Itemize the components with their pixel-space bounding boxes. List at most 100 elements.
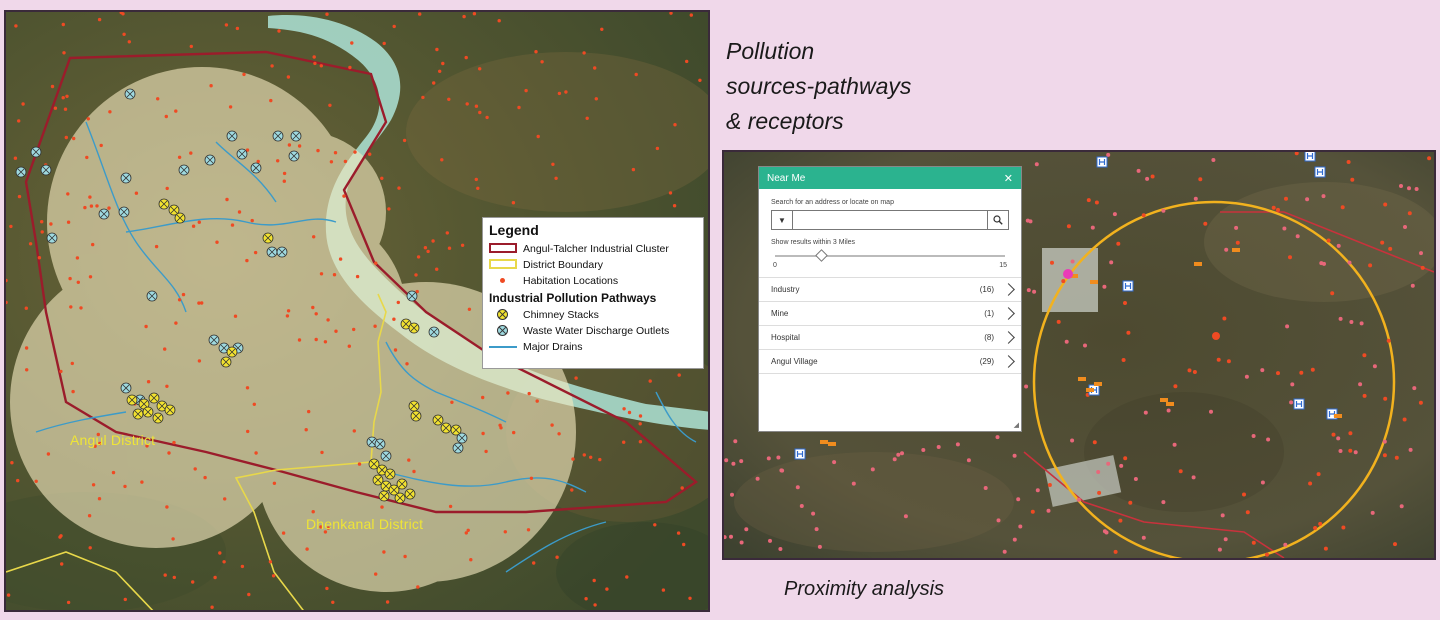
village-point [1407,211,1412,216]
chimney-stack-marker [164,404,176,416]
village-point [1203,221,1208,226]
village-point [1418,400,1423,405]
waste-water-outlet-marker [120,172,132,184]
habitation-point [87,514,92,518]
chimney-stack-marker [126,394,138,406]
result-item-industry[interactable]: Industry (16) [759,278,1021,302]
slider-min-label: 0 [773,262,777,269]
legend-item-label: District Boundary [523,259,603,271]
close-icon[interactable]: ✕ [1004,172,1013,185]
habitation-point [66,192,70,196]
village-point [1331,432,1336,437]
village-point [1235,240,1240,245]
village-point [1012,537,1017,542]
village-point [1066,224,1071,229]
habitation-point [213,575,217,580]
village-point [1047,483,1052,487]
village-point [1368,263,1373,268]
habitation-point [593,66,597,70]
search-input[interactable] [793,211,987,229]
habitation-point [638,414,643,418]
habitation-point [431,239,435,243]
village-point [1030,509,1035,514]
habitation-point [68,276,72,281]
habitation-point [40,220,44,224]
habitation-point [392,317,396,321]
result-count: (16) [979,285,994,294]
waste-water-outlet-marker [15,166,27,178]
habitation-point [50,84,55,89]
village-point [1143,410,1148,415]
habitation-point [88,546,92,550]
waste-water-outlet-marker [146,290,158,302]
village-point [778,547,783,551]
habitation-point [269,98,273,103]
result-item-angul-village[interactable]: Angul Village (29) [759,350,1021,374]
village-point [1323,546,1328,551]
habitation-point [532,561,536,565]
pollution-pathways-map[interactable]: Angul District Dhenkanal District Legend… [4,10,710,612]
result-count: (1) [984,309,994,318]
angul-district-label: Angul District [70,432,156,448]
habitation-point [49,222,53,226]
village-point [1121,358,1126,362]
habitation-point [481,431,485,436]
search-box: ▼ [771,210,1009,230]
habitation-point [460,243,465,247]
habitation-point [350,41,354,45]
habitation-point [374,572,378,576]
habitation-point [333,151,338,155]
village-point [1118,518,1123,523]
range-label: Show results within 3 Miles [771,239,856,246]
habitation-point [250,218,254,223]
habitation-point [311,510,315,514]
habitation-point [368,152,372,156]
village-point [1024,384,1029,389]
result-item-hospital[interactable]: Hospital (8) [759,326,1021,350]
search-button[interactable] [987,211,1008,229]
proximity-analysis-map[interactable]: Near Me ✕ Search for an address or locat… [722,150,1436,560]
village-point [1295,234,1300,239]
habitation-point [673,123,677,127]
habitation-point [70,361,75,366]
village-point [903,514,908,519]
result-item-mine[interactable]: Mine (1) [759,302,1021,326]
habitation-point [17,119,21,123]
village-point [1094,200,1099,205]
village-point [1362,393,1367,398]
village-point [1090,225,1095,230]
habitation-point [95,204,99,208]
legend-item-label: Waste Water Discharge Outlets [523,325,670,337]
habitation-point [247,592,251,597]
habitation-point [123,484,127,489]
habitation-point [352,327,356,332]
village-point [900,451,904,456]
habitation-point [469,558,473,562]
distance-slider[interactable] [775,249,1005,262]
village-point [1150,174,1155,179]
habitation-point [524,88,528,93]
slider-handle[interactable] [815,249,828,262]
village-point [832,460,837,465]
near-me-title: Near Me [767,172,806,184]
village-point [1282,226,1287,231]
habitation-point [498,423,502,427]
legend-item-habitation: Habitation Locations [489,273,697,289]
resize-handle-icon[interactable]: ◢ [1014,421,1019,429]
search-dropdown-button[interactable]: ▼ [772,211,793,229]
habitation-point [685,59,689,64]
habitation-point [589,455,593,459]
waste-water-outlet-marker [452,442,464,454]
village-point [1034,162,1039,167]
village-point [1359,321,1364,326]
village-point [1223,537,1228,542]
habitation-point [91,483,96,487]
waste-water-outlet-marker [124,88,136,100]
habitation-point [387,207,391,211]
habitation-point [222,560,226,564]
habitation-point [423,246,428,250]
village-point [1016,497,1021,502]
legend-item-cluster: Angul-Talcher Industrial Cluster [489,241,697,257]
village-point [1288,255,1292,260]
habitation-point [465,102,469,106]
